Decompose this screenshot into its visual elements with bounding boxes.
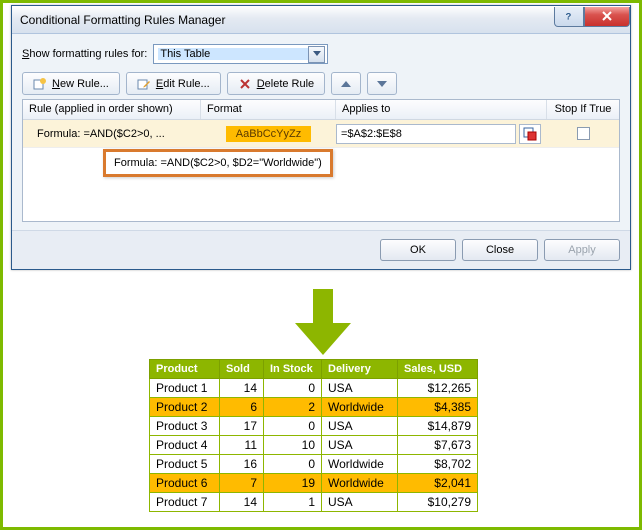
delete-rule-label: elete Rule	[265, 78, 315, 90]
table-header: Product	[150, 360, 220, 379]
move-up-button[interactable]	[331, 72, 361, 95]
table-cell: 11	[220, 436, 264, 455]
table-cell: 7	[220, 474, 264, 493]
range-picker-icon	[523, 127, 537, 141]
table-row: Product 6719Worldwide$2,041	[150, 474, 478, 493]
delete-rule-button[interactable]: Delete Rule	[227, 72, 326, 95]
svg-text:?: ?	[566, 12, 572, 23]
table-row: Product 3170USA$14,879	[150, 417, 478, 436]
edit-rule-icon	[137, 77, 151, 91]
table-cell: Product 6	[150, 474, 220, 493]
new-rule-button[interactable]: New Rule...	[22, 72, 120, 95]
table-cell: Worldwide	[322, 398, 398, 417]
chevron-up-icon	[341, 80, 351, 88]
dialog-titlebar[interactable]: Conditional Formatting Rules Manager ?	[12, 6, 630, 34]
close-dialog-button[interactable]: Close	[462, 239, 538, 261]
table-cell: Worldwide	[322, 455, 398, 474]
table-row: Product 262Worldwide$4,385	[150, 398, 478, 417]
col-header-rule: Rule (applied in order shown)	[23, 100, 201, 119]
dropdown-arrow-icon	[308, 46, 325, 63]
table-header: Sales, USD	[398, 360, 478, 379]
table-cell: $7,673	[398, 436, 478, 455]
new-rule-icon	[33, 77, 47, 91]
table-cell: 0	[264, 455, 322, 474]
table-cell: 14	[220, 379, 264, 398]
table-cell: 14	[220, 493, 264, 512]
table-cell: $14,879	[398, 417, 478, 436]
table-row: Product 1140USA$12,265	[150, 379, 478, 398]
table-cell: USA	[322, 436, 398, 455]
rule-formula-cell: Formula: =AND($C2>0, ...	[23, 128, 201, 140]
show-rules-label-text: how formatting rules for:	[29, 48, 147, 60]
table-header: Sold	[220, 360, 264, 379]
rule-row[interactable]: Formula: =AND($C2>0, ... AaBbCcYyZz	[23, 120, 619, 148]
table-cell: $10,279	[398, 493, 478, 512]
ok-button[interactable]: OK	[380, 239, 456, 261]
col-header-stop: Stop If True	[547, 100, 619, 119]
applies-to-input[interactable]	[336, 124, 516, 144]
table-cell: 10	[264, 436, 322, 455]
col-header-format: Format	[201, 100, 336, 119]
dialog-title: Conditional Formatting Rules Manager	[20, 13, 225, 27]
table-cell: Product 2	[150, 398, 220, 417]
table-row: Product 5160Worldwide$8,702	[150, 455, 478, 474]
col-header-applies: Applies to	[336, 100, 547, 119]
arrow-icon	[293, 289, 353, 355]
chevron-down-icon	[377, 80, 387, 88]
table-header: Delivery	[322, 360, 398, 379]
table-row: Product 41110USA$7,673	[150, 436, 478, 455]
table-cell: 0	[264, 379, 322, 398]
table-cell: $8,702	[398, 455, 478, 474]
table-cell: $4,385	[398, 398, 478, 417]
table-cell: Product 4	[150, 436, 220, 455]
table-cell: 6	[220, 398, 264, 417]
close-button[interactable]	[584, 7, 630, 27]
table-cell: $2,041	[398, 474, 478, 493]
cf-rules-manager-dialog: Conditional Formatting Rules Manager ? S…	[11, 5, 631, 270]
table-cell: 1	[264, 493, 322, 512]
move-down-button[interactable]	[367, 72, 397, 95]
apply-button[interactable]: Apply	[544, 239, 620, 261]
format-preview: AaBbCcYyZz	[226, 126, 311, 142]
edit-rule-button[interactable]: Edit Rule...	[126, 72, 221, 95]
stop-if-true-checkbox[interactable]	[577, 127, 590, 140]
table-cell: USA	[322, 493, 398, 512]
table-cell: Product 7	[150, 493, 220, 512]
table-cell: 0	[264, 417, 322, 436]
table-cell: USA	[322, 417, 398, 436]
help-button[interactable]: ?	[554, 7, 584, 27]
table-row: Product 7141USA$10,279	[150, 493, 478, 512]
result-table: ProductSoldIn StockDeliverySales, USD Pr…	[149, 359, 478, 512]
formula-tooltip: Formula: =AND($C2>0, $D2="Worldwide")	[103, 149, 333, 177]
table-header: In Stock	[264, 360, 322, 379]
table-cell: Product 1	[150, 379, 220, 398]
table-cell: 19	[264, 474, 322, 493]
table-cell: $12,265	[398, 379, 478, 398]
delete-rule-icon	[238, 77, 252, 91]
table-cell: USA	[322, 379, 398, 398]
table-cell: 16	[220, 455, 264, 474]
table-cell: 2	[264, 398, 322, 417]
new-rule-label: ew Rule...	[60, 78, 109, 90]
table-cell: Worldwide	[322, 474, 398, 493]
edit-rule-label: dit Rule...	[163, 78, 209, 90]
table-cell: 17	[220, 417, 264, 436]
range-select-button[interactable]	[519, 124, 541, 144]
show-rules-label: Show formatting rules for:	[22, 48, 147, 60]
scope-dropdown-value: This Table	[158, 48, 308, 60]
scope-dropdown[interactable]: This Table	[153, 44, 328, 64]
table-cell: Product 5	[150, 455, 220, 474]
table-cell: Product 3	[150, 417, 220, 436]
